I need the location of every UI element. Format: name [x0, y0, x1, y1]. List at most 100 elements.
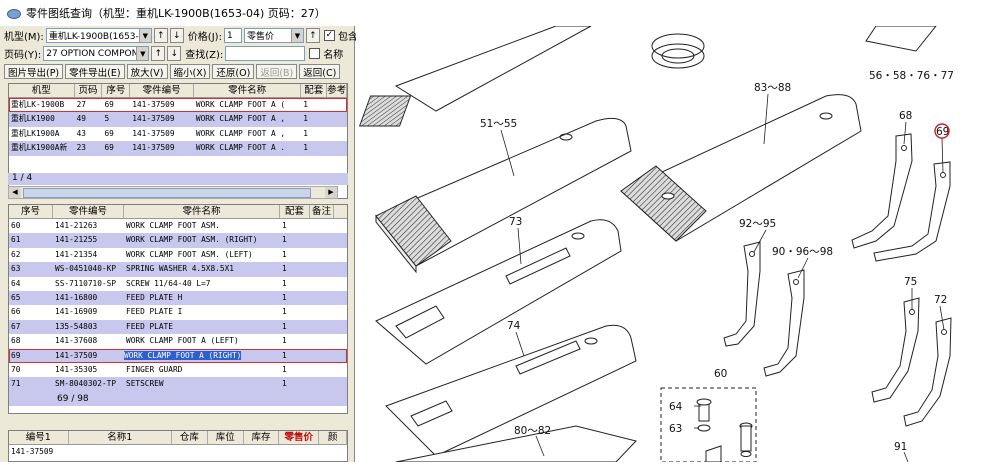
label-64[interactable]: 64	[669, 401, 683, 413]
label-90-96-98[interactable]: 90・96～98	[772, 246, 833, 258]
col-header[interactable]: 参考	[327, 84, 347, 97]
page-row: 页码(Y): 27 OPTION COMPONE ▼ ↑ ↓ 查找(Z): 名称	[4, 46, 345, 61]
find-input[interactable]	[225, 46, 306, 61]
table-row[interactable]: 71 SM-8040302-TP SETSCREW 1	[9, 377, 347, 392]
back-button[interactable]: 返回(C)	[299, 64, 341, 79]
col-header[interactable]: 库存	[244, 431, 280, 444]
table-cell: WORK CLAMP FOOT A ,	[195, 114, 286, 124]
col-header[interactable]: 机型	[9, 84, 75, 97]
scroll-thumb[interactable]	[23, 188, 311, 198]
export-drawing-button[interactable]: 图片导出(P)	[4, 64, 64, 79]
table-cell: 1	[282, 221, 287, 230]
chevron-down-icon[interactable]: ▼	[136, 47, 149, 60]
table-row[interactable]: 65 141-16800 FEED PLATE H 1	[9, 290, 347, 306]
page-label: 页码(Y):	[4, 50, 42, 61]
table-cell: 1	[303, 114, 308, 124]
col-header[interactable]: 配套	[301, 84, 328, 97]
models-status: 1 / 4	[8, 173, 348, 185]
app-icon	[6, 6, 21, 20]
table-cell: WORK CLAMP FOOT A .	[195, 143, 286, 153]
col-header[interactable]: 仓库	[172, 431, 208, 444]
page-select[interactable]: 27 OPTION COMPONE ▼	[43, 46, 150, 61]
col-header[interactable]: 零件编号	[53, 205, 124, 218]
prev-model-button[interactable]: ↑	[153, 28, 168, 43]
table-row[interactable]: 63 WS-0451040-KP SPRING WASHER 4.5X8.5X1 1	[9, 262, 347, 277]
label-91[interactable]: 91	[894, 441, 907, 453]
chevron-down-icon[interactable]: ▼	[290, 29, 303, 42]
table-cell: 1	[282, 249, 287, 259]
col-header[interactable]: 序号	[9, 205, 53, 218]
label-80-82[interactable]: 80～82	[514, 425, 551, 437]
scroll-left-icon[interactable]: ◀	[9, 187, 21, 198]
table-row[interactable]: 67 135-54803 FEED PLATE 1	[9, 319, 347, 335]
label-83-88[interactable]: 83～88	[754, 82, 791, 94]
model-select-value: 重机LK-1900B(1653-	[48, 32, 139, 42]
col-header[interactable]: 零件名称	[194, 84, 302, 97]
export-parts-button[interactable]: 零件导出(E)	[65, 64, 125, 79]
restore-button[interactable]: 还原(O)	[212, 64, 255, 79]
col-header[interactable]: 编号1	[9, 431, 69, 444]
models-scrollbar[interactable]: ◀ ▶	[8, 186, 338, 199]
next-page-button[interactable]: ↓	[167, 46, 182, 61]
table-row[interactable]: 重机LK1900A新 23 69 141-37509 WORK CLAMP FOOT A…	[9, 141, 347, 156]
label-63[interactable]: 63	[669, 423, 682, 435]
table-row[interactable]: 62 141-21354 WORK CLAMP FOOT ASM. (LEFT) 1	[9, 248, 347, 262]
table-row[interactable]: 60 141-21263 WORK CLAMP FOOT ASM. 1	[9, 219, 347, 233]
price-up-button[interactable]: ↑	[305, 28, 320, 43]
table-row[interactable]: 重机LK-1900B 27 69 141-37509 WORK CLAMP FOOT A…	[9, 98, 347, 113]
table-row[interactable]: 141-37509	[9, 445, 347, 459]
scroll-right-icon[interactable]: ▶	[325, 187, 337, 198]
table-row[interactable]: 68 141-37608 WORK CLAMP FOOT A (LEFT) 1	[9, 334, 347, 348]
table-row[interactable]: 重机LK1900A 43 69 141-37509 WORK CLAMP FOOT A …	[9, 127, 347, 141]
col-header[interactable]: 页码	[75, 84, 103, 97]
model-select[interactable]: 重机LK-1900B(1653- ▼	[45, 28, 152, 43]
next-model-button[interactable]: ↓	[169, 28, 184, 43]
zoom-out-button[interactable]: 缩小(X)	[169, 64, 211, 79]
clamp-foot-90-96-98	[763, 269, 805, 377]
table-cell: WORK CLAMP FOOT ASM. (RIGHT)	[126, 235, 258, 245]
parts-drawing[interactable]: 56・58・76・77 83～88 51～55 68 69 73 92～95 9…	[356, 25, 1000, 463]
price-qty-input[interactable]: 1	[223, 28, 242, 43]
prev-page-button[interactable]: ↑	[151, 46, 166, 61]
label-75[interactable]: 75	[904, 276, 917, 288]
label-92-95[interactable]: 92～95	[739, 218, 776, 230]
zoom-in-button[interactable]: 放大(V)	[126, 64, 168, 79]
col-header[interactable]: 序号	[102, 84, 131, 97]
name-checkbox[interactable]	[309, 48, 321, 59]
application-window: 零件图纸查询（机型：重机LK-1900B(1653-04) 页码：27） 机型(…	[0, 0, 1000, 463]
table-cell: 63	[11, 264, 21, 274]
table-row[interactable]: 66 141-16909 FEED PLATE I 1	[9, 305, 347, 319]
col-header[interactable]: 零件名称	[124, 205, 280, 218]
parts-table-header: 序号 零件编号 零件名称 配套 备注	[9, 205, 347, 219]
label-51-55[interactable]: 51～55	[480, 118, 517, 130]
col-header[interactable]: 零件编号	[130, 84, 194, 97]
col-header[interactable]: 名称1	[69, 431, 173, 444]
col-header[interactable]: 库位	[208, 431, 244, 444]
include-checkbox[interactable]: ✓	[323, 30, 335, 41]
label-73[interactable]: 73	[509, 216, 522, 228]
table-row[interactable]: 70 141-35305 FINGER GUARD 1	[9, 363, 347, 377]
table-cell: 141-35305	[55, 364, 98, 374]
col-header[interactable]: 零售价	[279, 431, 320, 444]
col-header[interactable]: 备注	[310, 205, 334, 218]
find-label: 查找(Z):	[185, 50, 224, 61]
table-cell: 69	[104, 143, 114, 153]
table-row[interactable]: 64 SS-7110710-SP SCREW 11/64-40 L=7 1	[9, 277, 347, 291]
label-74[interactable]: 74	[507, 320, 521, 332]
table-row[interactable]: 69 141-37509 WORK CLAMP FOOT A (RIGHT) 1	[9, 348, 347, 363]
table-cell: 5	[104, 114, 110, 124]
price-label: 价格(J):	[187, 32, 222, 43]
table-cell: 62	[11, 249, 21, 259]
label-72[interactable]: 72	[934, 294, 947, 306]
col-header[interactable]: 颜	[319, 431, 347, 444]
price-type-select[interactable]: 零售价 ▼	[243, 28, 304, 43]
label-60[interactable]: 60	[714, 368, 727, 380]
table-cell: 71	[11, 379, 21, 389]
table-row[interactable]: 重机LK1900 49 5 141-37509 WORK CLAMP FOOT A , 1	[9, 112, 347, 127]
chevron-down-icon[interactable]: ▼	[138, 29, 151, 42]
table-row[interactable]: 61 141-21255 WORK CLAMP FOOT ASM. (RIGHT) 1	[9, 233, 347, 248]
table-cell: 1	[303, 128, 308, 138]
label-68[interactable]: 68	[899, 110, 912, 122]
label-56-58-76-77[interactable]: 56・58・76・77	[869, 70, 954, 82]
col-header[interactable]: 配套	[280, 205, 310, 218]
